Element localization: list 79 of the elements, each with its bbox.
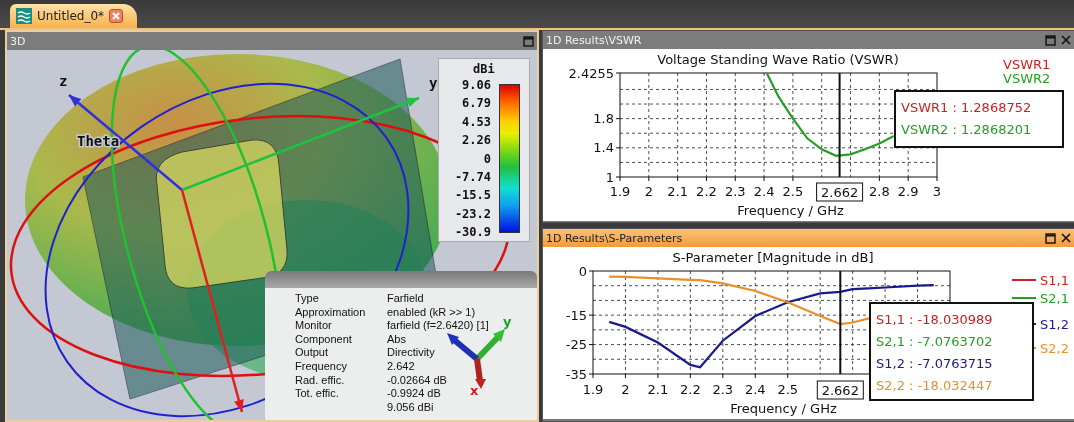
info-value: Farfield [387,292,424,306]
axis-label: x [470,383,479,398]
tick-label: -25 [565,337,587,353]
panel-title: 3D [10,34,27,48]
info-label: Monitor [295,319,332,333]
info-value: -0.9924 dB [387,387,441,401]
info-label: Output [295,346,329,360]
readout-text: S1,2 : -7.0763715 [876,356,993,371]
legend-label: VSWR1 [1003,57,1051,72]
tick-label: 2.1 [647,382,669,397]
scale-label: 9.06 [462,78,491,92]
scale-label: -23.2 [454,206,491,221]
scale-label: -7.74 [454,169,491,184]
info-value: Abs [387,332,406,347]
legend-label: VSWR2 [1003,71,1051,86]
axis-title: Frequency / GHz [730,401,837,416]
info-value: farfield (f=2.6420) [1] [387,319,489,333]
info-value: enabled (kR >> 1) [387,305,476,320]
readout-text: S2,2 : -18.032447 [876,378,993,393]
legend-label: S1,1 [1040,273,1069,288]
tick-label: 1 [605,169,614,185]
tick-label: -35 [565,366,587,382]
panel-title: 1D Results\S-Parameters [546,231,684,245]
tick-label: 2.2 [696,184,717,199]
chart-title: Voltage Standing Wave Ratio (VSWR) [657,52,899,67]
ref-line-label: 2.662 [821,383,859,398]
tick-label: 2.1 [667,184,688,199]
info-value: 2.642 [387,359,415,374]
info-value: Directivity [387,346,435,360]
tick-label: 2.4 [744,382,766,397]
scale-label: 6.79 [462,96,491,111]
tick-label: 2.5 [777,382,799,397]
tick-label: 2.5 [782,184,804,199]
cursor-value: 2.662 [816,182,864,202]
tick-label: 1.9 [582,382,604,397]
scale-label: 4.53 [462,114,491,129]
tick-label: 1.8 [593,111,614,127]
scale-label: 0 [483,151,491,166]
tick-label: 2.8 [869,184,890,199]
info-label: Type [295,292,319,306]
readout-text: VSWR2 : 1.2868201 [901,122,1032,137]
tick-label: 1.9 [609,184,631,199]
tick-label: 2.3 [712,382,734,397]
tick-label: 0 [578,263,587,279]
legend-label: S1,2 [1040,317,1069,332]
tick-label: 1.4 [593,140,614,156]
axis-label: y [503,314,512,329]
info-value: 9.056 dBi [387,400,434,415]
tick-label: 2.2 [680,382,701,397]
axis-label: y [429,75,438,91]
ref-line-label: 2.662 [820,185,859,200]
info-label: Tot. effic. [295,387,339,401]
info-label: Approximation [295,305,366,320]
scale-label: -15.5 [454,188,491,203]
panel-title: 1D Results\VSWR [546,33,643,47]
axis-label: z [59,73,68,89]
unit-label: dBi [473,62,495,76]
info-label: Component [295,332,352,347]
tick-label: 2 [644,184,653,199]
readout-text: VSWR1 : 1.2868752 [901,100,1032,115]
legend-label: S2,2 [1040,341,1069,356]
info-label: Rad. effic. [295,373,345,388]
tick-label: 3 [932,184,942,199]
chart-title: S-Parameter [Magnitude in dB] [672,250,874,265]
tick-label: 2.4255 [568,65,614,81]
scale-label: 2.26 [462,133,491,148]
tick-label: 2.4 [753,184,775,199]
cursor-value: 2.662 [816,380,864,400]
info-label: Frequency [295,359,347,374]
tick-label: 2.3 [724,184,746,199]
info-value: -0.02664 dB [387,373,447,388]
axis-title: Frequency / GHz [737,203,844,218]
tick-label: -15 [565,307,587,323]
legend-label: S2,1 [1040,291,1069,306]
readout-text: S1,1 : -18.030989 [876,312,993,327]
readout-text: S2,1 : -7.0763702 [876,334,993,349]
tick-label: 2.9 [897,184,919,199]
tick-label: 2 [621,382,630,397]
scale-label: -30.9 [454,225,491,239]
